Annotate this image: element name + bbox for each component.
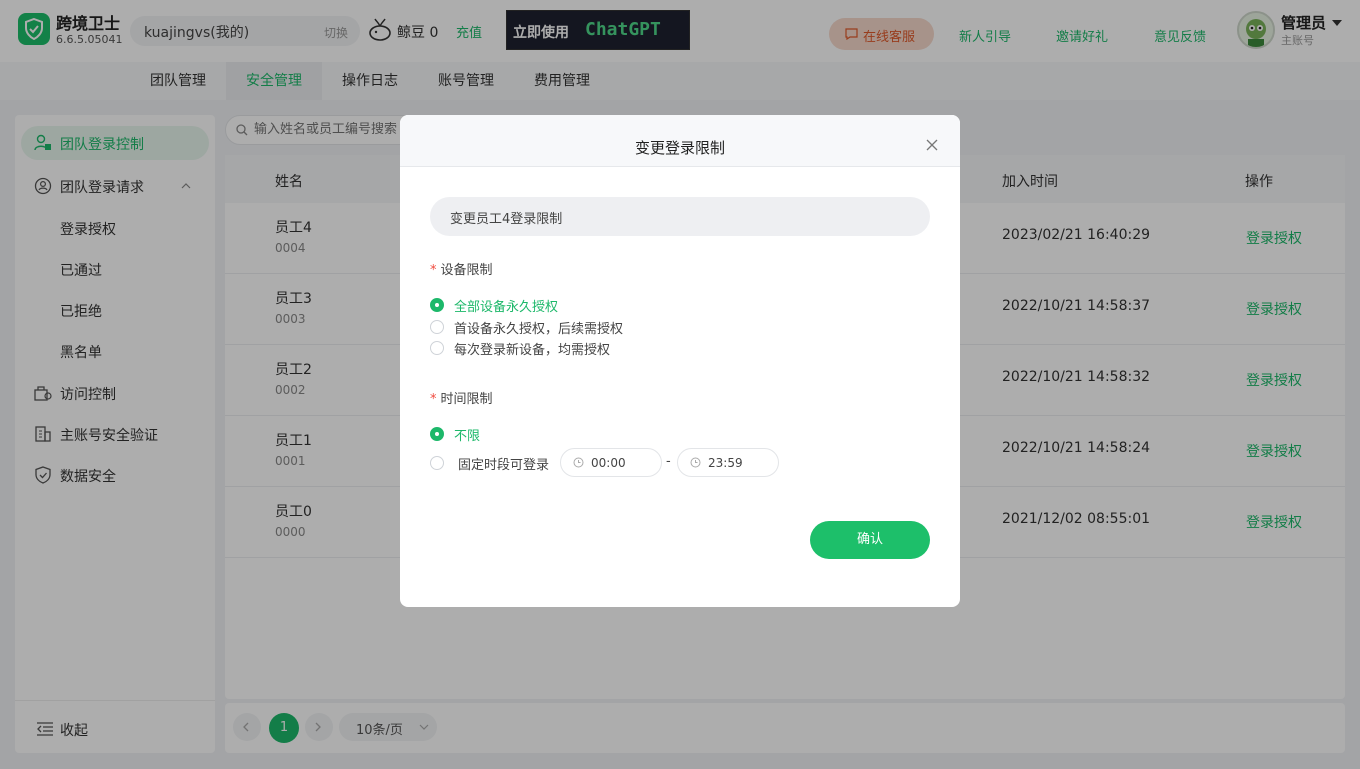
radio-unchecked[interactable] [430,341,444,355]
dialog-header: 变更登录限制 [400,115,960,167]
required-mark: * [430,263,437,278]
radio-checked[interactable] [430,298,444,312]
end-time-picker[interactable]: 23:59 [677,448,779,477]
radio-unchecked[interactable] [430,456,444,470]
radio-checked[interactable] [430,427,444,441]
close-icon[interactable] [926,139,938,151]
required-mark: * [430,392,437,407]
clock-icon [690,457,701,468]
radio-label: 不限 [454,429,481,444]
radio-label: 全部设备永久授权 [454,300,559,315]
start-time-picker[interactable]: 00:00 [560,448,662,477]
end-time-value: 23:59 [708,456,743,470]
device-restriction-label: * 设备限制 [430,263,493,278]
time-restriction-label: * 时间限制 [430,392,493,407]
radio-label: 固定时段可登录 [458,458,550,473]
radio-label: 首设备永久授权，后续需授权 [454,322,624,337]
dialog-title: 变更登录限制 [634,139,725,157]
target-employee-text: 变更员工4登录限制 [450,212,563,227]
change-login-restriction-dialog: 变更登录限制 变更员工4登录限制 * 设备限制 全部设备永久授权 首设备永久授权，… [400,115,960,607]
target-employee-field: 变更员工4登录限制 [430,197,930,236]
radio-label: 每次登录新设备，均需授权 [454,343,611,358]
time-separator: - [666,454,671,469]
confirm-button[interactable]: 确认 [810,521,930,559]
start-time-value: 00:00 [591,456,626,470]
clock-icon [573,457,584,468]
radio-unchecked[interactable] [430,320,444,334]
